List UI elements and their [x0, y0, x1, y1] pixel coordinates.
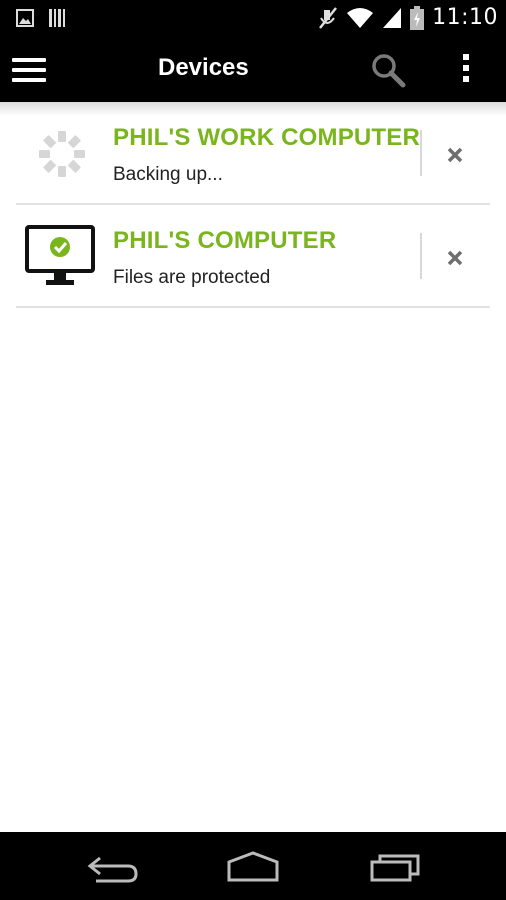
barcode-icon — [49, 9, 65, 27]
home-icon[interactable] — [225, 850, 281, 884]
overflow-menu-icon[interactable] — [458, 54, 474, 86]
device-list: PHIL'S WORK COMPUTER Backing up... PHIL'… — [16, 102, 490, 308]
loading-spinner-icon — [39, 131, 85, 177]
row-divider — [420, 130, 422, 176]
row-divider — [420, 233, 422, 279]
close-icon[interactable] — [440, 243, 470, 273]
recent-apps-icon[interactable] — [366, 850, 422, 884]
search-icon[interactable] — [370, 52, 406, 88]
device-name: PHIL'S WORK COMPUTER — [113, 124, 421, 151]
wifi-icon — [347, 7, 374, 28]
image-icon — [16, 9, 34, 27]
close-icon[interactable] — [440, 140, 470, 170]
page-title: Devices — [158, 54, 249, 81]
signal-icon — [383, 7, 402, 28]
action-bar: Devices — [0, 38, 506, 102]
menu-icon[interactable] — [12, 58, 46, 82]
device-status: Files are protected — [113, 267, 271, 288]
battery-charging-icon — [410, 5, 425, 30]
device-name: PHIL'S COMPUTER — [113, 227, 337, 254]
back-icon[interactable] — [84, 850, 140, 884]
navigation-bar — [0, 832, 506, 900]
status-bar: 11:10 — [0, 0, 506, 38]
clock: 11:10 — [432, 5, 498, 30]
device-row-computer[interactable]: PHIL'S COMPUTER Files are protected — [16, 205, 490, 308]
monitor-protected-icon — [25, 225, 95, 285]
device-row-work-computer[interactable]: PHIL'S WORK COMPUTER Backing up... — [16, 102, 490, 205]
mute-icon — [319, 6, 338, 29]
device-status: Backing up... — [113, 164, 223, 185]
